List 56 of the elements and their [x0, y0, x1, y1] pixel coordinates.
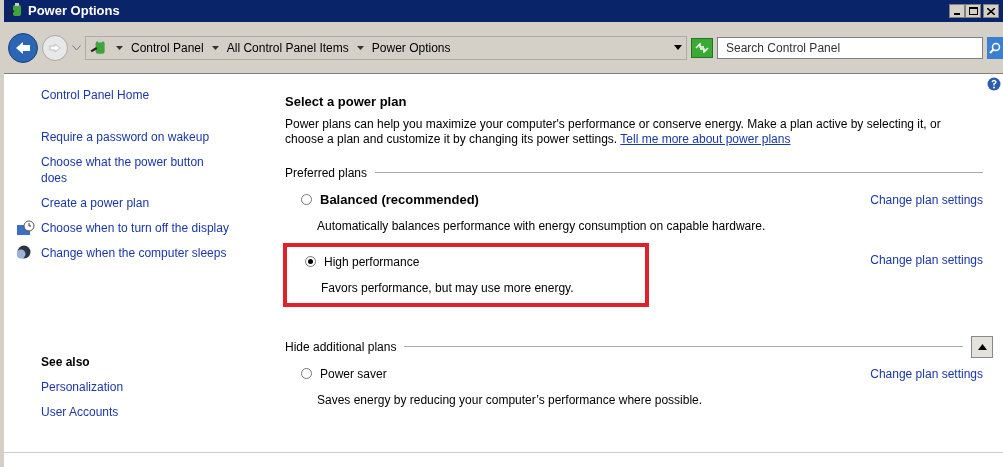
back-button[interactable] — [8, 32, 38, 63]
right-arrow-icon — [49, 42, 61, 53]
change-settings-link[interactable]: Change plan settings — [870, 190, 983, 209]
sidebar-link[interactable]: Control Panel Home — [41, 87, 230, 103]
caret-icon[interactable] — [211, 45, 219, 50]
see-also-link[interactable]: Personalization — [41, 379, 269, 395]
up-triangle-icon — [977, 343, 987, 350]
minimize-button[interactable] — [949, 4, 965, 18]
close-button[interactable] — [983, 4, 999, 18]
moon-icon — [17, 245, 31, 259]
dropdown-caret-icon[interactable] — [674, 45, 682, 50]
collapse-button[interactable] — [971, 335, 993, 358]
refresh-arrows-icon — [695, 42, 709, 53]
close-icon — [987, 7, 995, 15]
change-settings-link[interactable]: Change plan settings — [870, 250, 983, 269]
sidebar-link[interactable]: Choose when to turn off the display — [41, 220, 230, 236]
plan-name[interactable]: Power saver — [320, 364, 387, 383]
breadcrumb[interactable]: Power Options — [371, 38, 451, 57]
help-link[interactable]: Tell me more about power plans — [620, 131, 791, 146]
search-icon — [989, 41, 1001, 54]
maximize-icon — [968, 7, 978, 15]
plan-name[interactable]: High performance — [324, 252, 420, 271]
see-also-link[interactable]: User Accounts — [41, 404, 269, 420]
radio-button[interactable] — [301, 368, 312, 379]
breadcrumb[interactable]: All Control Panel Items — [226, 38, 349, 57]
battery-plug-icon — [8, 3, 24, 19]
minimize-icon — [954, 13, 960, 15]
monitor-clock-icon — [17, 220, 35, 236]
sidebar-link[interactable]: Choose what the power button does — [41, 154, 230, 186]
intro-paragraph: Power plans can help you maximize your computer's performance or conserve energy. Make a plan active by selecting it, or choose a plan and customize it by changing its power settings. Tell me more about power plans — [285, 116, 942, 147]
plan-description: Automatically balances performance with energy consumption on capable hardware. — [317, 217, 766, 235]
group-heading: Hide additional plans — [285, 338, 397, 356]
battery-plug-icon — [90, 38, 108, 57]
section-heading: Select a power plan — [285, 93, 408, 111]
see-also-heading: See also — [41, 354, 91, 370]
address-bar[interactable]: Control Panel All Control Panel Items Power Options — [85, 35, 687, 60]
group-heading: Preferred plans — [285, 164, 368, 182]
plan-name[interactable]: Balanced (recommended) — [320, 189, 479, 210]
maximize-button[interactable] — [965, 4, 981, 18]
search-field[interactable]: Search Control Panel — [717, 36, 983, 59]
sidebar-link[interactable]: Change when the computer sleeps — [41, 245, 230, 261]
caret-icon[interactable] — [356, 45, 364, 50]
window-title: Power Options — [28, 2, 120, 21]
help-icon[interactable] — [987, 77, 1001, 91]
plan-description: Favors performance, but may use more energy. — [321, 279, 574, 297]
search-button[interactable] — [987, 36, 1003, 59]
breadcrumb[interactable]: Control Panel — [131, 38, 204, 57]
plan-description: Saves energy by reducing your computer’s performance where possible. — [317, 391, 703, 409]
caret-icon[interactable] — [116, 45, 123, 50]
sidebar-link[interactable]: Create a power plan — [41, 195, 230, 211]
sidebar-link[interactable]: Require a password on wakeup — [41, 129, 230, 145]
radio-button[interactable] — [305, 256, 316, 267]
radio-button[interactable] — [301, 194, 312, 205]
refresh-button[interactable] — [691, 37, 713, 58]
left-arrow-icon — [15, 40, 31, 55]
change-settings-link[interactable]: Change plan settings — [870, 364, 983, 383]
